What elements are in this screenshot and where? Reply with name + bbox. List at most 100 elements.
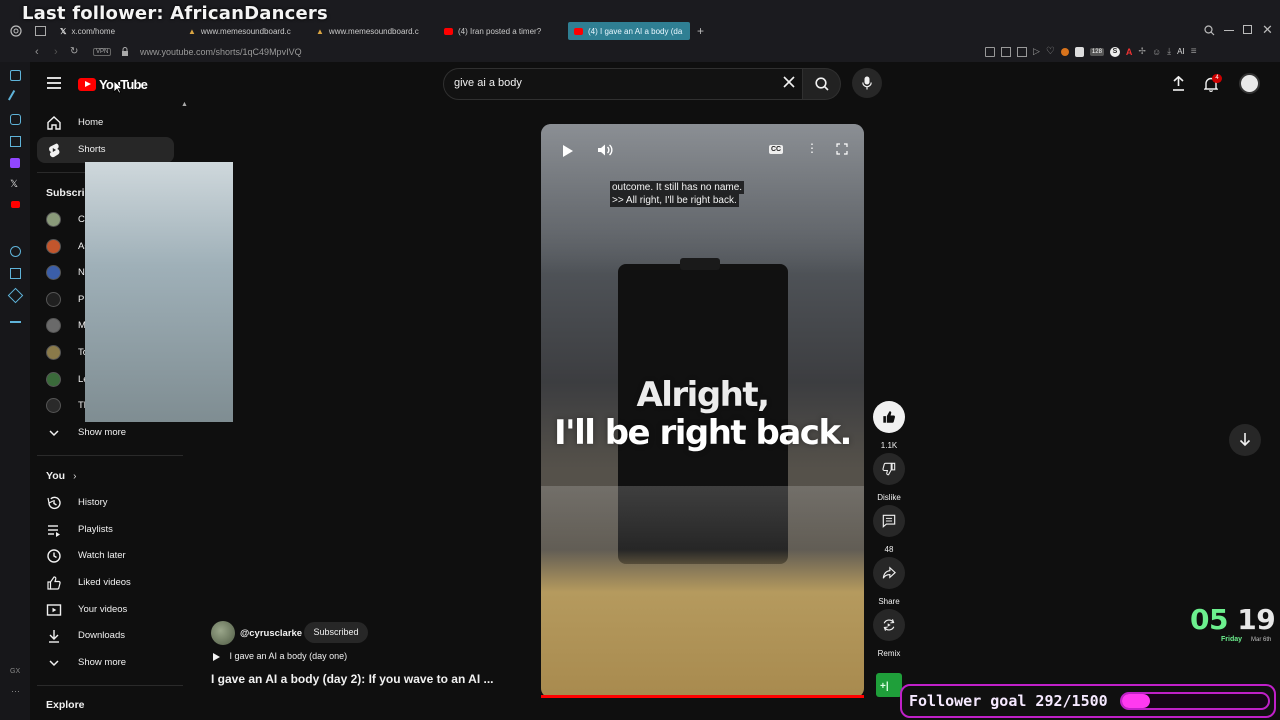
fullscreen-icon[interactable] [836, 143, 848, 155]
browser-menu-icon[interactable] [10, 25, 22, 37]
search-input[interactable]: give ai a body [454, 77, 522, 89]
bell-favicon-icon: ▲ [188, 26, 196, 36]
you-header[interactable]: You › [46, 470, 76, 482]
follower-goal-text: Follower goal 292/1500 [909, 692, 1108, 710]
sound-thumbnail-icon: +| [880, 681, 889, 692]
sidebar-item-shorts[interactable]: Shorts [37, 137, 174, 163]
rail-shop-icon[interactable] [10, 136, 21, 147]
rail-news-icon[interactable] [10, 70, 21, 81]
channel-avatar[interactable] [211, 621, 235, 645]
sidebar-show-more-subscriptions[interactable]: Show more [37, 420, 174, 446]
back-icon[interactable]: ‹ [35, 46, 39, 58]
rail-twitch-icon[interactable] [10, 158, 20, 168]
youtube-play-logo-icon [78, 78, 96, 91]
profile-icon[interactable]: ☺ [1152, 47, 1161, 57]
rail-x-icon[interactable]: 𝕏 [10, 179, 21, 190]
sidebar-item-liked-videos[interactable]: Liked videos [37, 570, 174, 596]
tab-sidebar-icon[interactable] [35, 26, 46, 36]
sidebar-item-watch-later[interactable]: Watch later [37, 543, 174, 569]
rail-gx-icon[interactable]: GX [10, 668, 20, 675]
sound-thumbnail[interactable]: +| [876, 673, 902, 697]
vpn-badge[interactable]: VPN [93, 48, 112, 56]
play-icon [213, 652, 220, 661]
follower-goal-fill [1122, 694, 1150, 708]
puzzle-icon[interactable]: ✢ [1138, 46, 1146, 57]
subscribed-button[interactable]: Subscribed [304, 622, 368, 643]
captions-button[interactable]: CC [769, 145, 784, 154]
rail-youtube-icon[interactable] [11, 201, 20, 208]
share-button[interactable]: Share [873, 557, 905, 606]
rail-more-icon[interactable]: ⋯ [11, 686, 20, 697]
sidebar-show-more-you[interactable]: Show more [37, 650, 174, 676]
extension-a-icon[interactable]: A [1126, 47, 1133, 57]
restore-icon[interactable] [1243, 25, 1252, 34]
minimize-icon[interactable] [1224, 30, 1234, 31]
channel-handle[interactable]: @cyrusclarke [240, 628, 302, 639]
rail-cube-icon[interactable] [7, 287, 24, 304]
notifications-count-badge: 4 [1212, 74, 1222, 83]
rail-notes-icon[interactable] [10, 268, 21, 279]
sidebar-item-home[interactable]: Home [37, 110, 174, 136]
extension-s-icon[interactable]: S [1109, 46, 1120, 57]
volume-icon[interactable] [597, 143, 613, 157]
hamburger-menu-icon[interactable] [47, 77, 61, 89]
reload-icon[interactable]: ↻ [70, 46, 78, 57]
sidebar-item-downloads[interactable]: Downloads [37, 623, 174, 649]
sidebar-item-label: Downloads [78, 630, 125, 641]
bookmark-icon[interactable] [985, 46, 995, 57]
download-icon[interactable]: ⤓ [1167, 46, 1171, 57]
more-options-icon[interactable]: ⋮ [806, 141, 818, 155]
tab-x-home[interactable]: 𝕏 x.com/home [60, 22, 170, 40]
heart-icon[interactable]: ♡ [1046, 46, 1055, 57]
shorts-icon [46, 142, 62, 158]
playlist-link[interactable]: I gave an AI a body (day one) [213, 651, 347, 661]
forward-icon[interactable]: › [54, 46, 58, 58]
browser-settings-icon[interactable]: ≡ [1191, 46, 1197, 57]
voice-search-button[interactable] [852, 68, 882, 98]
new-tab-icon[interactable]: + [697, 24, 704, 38]
clear-search-icon[interactable] [783, 76, 795, 88]
extension-orange-icon[interactable] [1060, 47, 1069, 56]
upload-icon[interactable] [1172, 76, 1185, 91]
sidebar-item-label: Shorts [78, 144, 106, 155]
explore-header[interactable]: Explore [46, 699, 85, 711]
tab-iran-timer[interactable]: (4) Iran posted a timer? [444, 22, 558, 40]
tab-memesoundboard-1[interactable]: ▲ www.memesoundboard.c [188, 22, 300, 40]
sidebar-item-history[interactable]: History [37, 490, 174, 516]
tab-memesoundboard-2[interactable]: ▲ www.memesoundboard.c [316, 22, 428, 40]
url-text[interactable]: www.youtube.com/shorts/1qC49MpvIVQ [140, 47, 302, 57]
sidebar-item-your-videos[interactable]: Your videos [37, 597, 174, 623]
extension-count-badge[interactable]: 128 [1089, 47, 1104, 56]
rail-clock-icon[interactable] [10, 246, 21, 257]
thumbs-up-icon [882, 410, 896, 424]
play-icon[interactable] [562, 144, 574, 158]
video-glass-box [541, 486, 864, 698]
next-video-button[interactable] [1229, 424, 1261, 456]
rail-send-icon[interactable] [7, 89, 24, 106]
like-button[interactable]: 1.1K [873, 401, 905, 450]
play-icon[interactable]: ▷ [1033, 46, 1040, 57]
video-title[interactable]: I gave an AI a body (day 2): If you wave… [211, 672, 494, 686]
ai-icon[interactable]: AI [1177, 47, 1185, 56]
account-avatar[interactable] [1239, 73, 1260, 94]
search-button[interactable] [803, 68, 841, 100]
video-progress-bar[interactable] [541, 695, 864, 698]
rail-brush-icon[interactable] [10, 312, 21, 323]
share-label: Share [878, 597, 900, 606]
extension-shield-icon[interactable] [1074, 46, 1084, 57]
remix-button[interactable]: Remix [873, 609, 905, 658]
rail-tray-icon[interactable] [10, 114, 21, 125]
youtube-logo-text: YouTube [99, 77, 148, 92]
dislike-button[interactable]: Dislike [873, 453, 905, 502]
tab-active-video[interactable]: (4) I gave an AI a body (da [568, 22, 690, 40]
side-rail-icons: 𝕏 [7, 70, 24, 208]
adblock-icon[interactable] [1017, 46, 1027, 57]
sidebar-item-label: Watch later [78, 550, 126, 561]
close-window-icon[interactable]: ✕ [1262, 22, 1273, 38]
screenshot-icon[interactable] [1001, 46, 1011, 57]
sidebar-collapse-icon[interactable]: ▲ [181, 101, 188, 108]
browser-search-icon[interactable] [1204, 25, 1215, 36]
comments-button[interactable]: 48 [873, 505, 905, 554]
sidebar-item-playlists[interactable]: Playlists [37, 517, 174, 543]
video-display-screen [85, 162, 233, 422]
